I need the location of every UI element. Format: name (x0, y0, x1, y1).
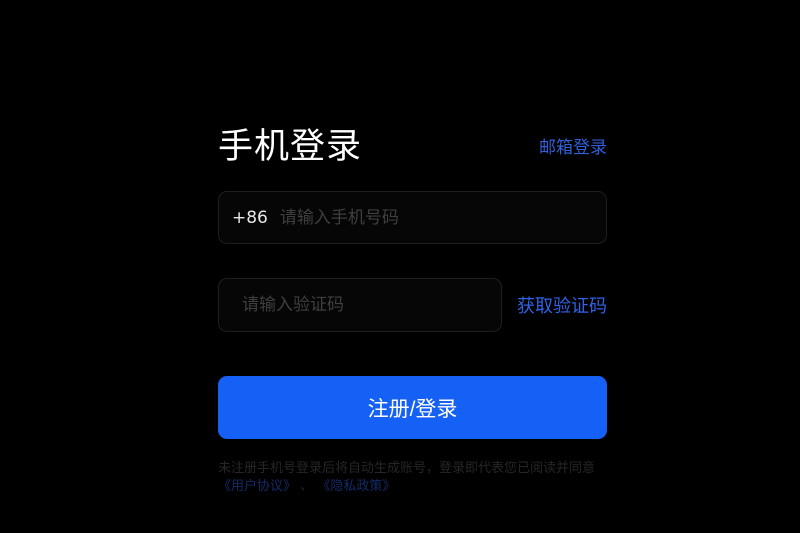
agreement-notice: 未注册手机号登录后将自动生成账号，登录即代表您已阅读并同意 《用户协议》 、 《… (218, 460, 607, 496)
verification-code-row: 获取验证码 (218, 278, 607, 332)
user-agreement-link[interactable]: 《用户协议》 (218, 479, 296, 494)
register-login-button[interactable]: 注册/登录 (218, 376, 607, 439)
agreement-text: 未注册手机号登录后将自动生成账号，登录即代表您已阅读并同意 (218, 461, 596, 476)
verification-code-input[interactable] (240, 294, 501, 316)
page-title: 手机登录 (218, 126, 363, 167)
email-login-link[interactable]: 邮箱登录 (539, 133, 607, 158)
phone-field[interactable]: +86 (218, 191, 607, 244)
get-code-button[interactable]: 获取验证码 (517, 292, 607, 318)
agreement-separator: 、 (300, 479, 314, 494)
privacy-policy-link[interactable]: 《隐私政策》 (317, 479, 395, 494)
country-code[interactable]: +86 (232, 208, 268, 228)
verification-code-field[interactable] (218, 278, 502, 332)
phone-input[interactable] (277, 206, 606, 229)
login-panel: 手机登录 邮箱登录 +86 获取验证码 注册/登录 未注册手机号登录后将自动生成… (218, 118, 607, 496)
login-header: 手机登录 邮箱登录 (218, 118, 607, 168)
